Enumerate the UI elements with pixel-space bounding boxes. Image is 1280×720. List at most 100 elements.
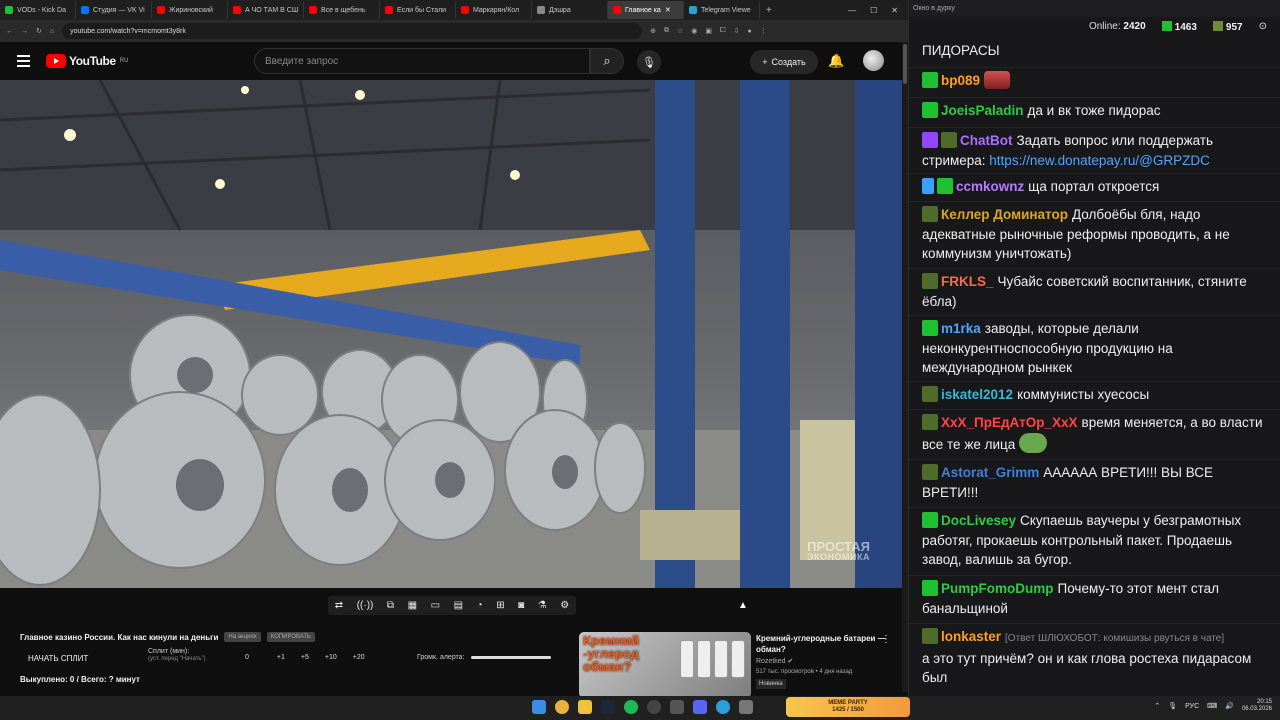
menu-icon[interactable] <box>17 55 30 67</box>
volume-icon[interactable]: 🔊 <box>1225 702 1234 710</box>
clapper-icon[interactable]: ▦ <box>408 600 417 611</box>
chat-username[interactable]: JoeisPaladin <box>941 103 1024 118</box>
miniplayer-icon[interactable]: ▭ <box>431 600 440 611</box>
copy-button[interactable]: КОПИРОВАТЬ <box>266 632 315 642</box>
split-add-button[interactable]: +1 <box>277 654 285 661</box>
chat-username[interactable]: Келлер Доминатор <box>941 207 1068 222</box>
network-icon[interactable]: ⌨ <box>1207 702 1217 710</box>
recommendation-meta[interactable]: Кремний-углеродные батареи — обман? Roze… <box>756 634 886 690</box>
chat-username[interactable]: iskatel2012 <box>941 387 1013 402</box>
browser-tab[interactable]: Маркарян/Кол <box>456 1 532 19</box>
theater-icon[interactable]: ▤ <box>454 600 463 611</box>
browser-tab[interactable]: А ЧО ТАМ В СШ <box>228 1 304 19</box>
start-split-button[interactable]: НАЧАТЬ СПЛИТ <box>28 654 88 663</box>
youtube-logo[interactable]: YouTube RU <box>46 54 128 68</box>
browser-tab[interactable]: Все в щебень <box>304 1 380 19</box>
tray-chevron-icon[interactable]: ⌃ <box>1154 702 1160 710</box>
browser-tab-active[interactable]: Главное ка ✕ <box>608 1 684 19</box>
recommendation-title[interactable]: Кремний-углеродные батареи — обман? <box>756 634 886 656</box>
extension-icon[interactable]: ▣ <box>705 27 712 35</box>
new-tab-icon[interactable]: + <box>760 5 778 16</box>
language-indicator[interactable]: РУС <box>1185 703 1199 710</box>
search-input[interactable]: Введите запрос <box>254 48 590 74</box>
settings-icon[interactable]: ⊙ <box>1259 21 1267 32</box>
download-icon[interactable]: ⇩ <box>734 27 740 35</box>
browser-tab[interactable]: Если бы Стали <box>380 1 456 19</box>
reload-icon[interactable]: ↻ <box>36 27 42 35</box>
kick-viewer-count: 1463 <box>1174 21 1197 33</box>
more-options-icon[interactable]: ⋮ <box>881 634 891 645</box>
chat-username[interactable]: DocLivesey <box>941 513 1016 528</box>
home-icon[interactable]: ⌂ <box>50 28 54 35</box>
settings-gear-icon[interactable]: ⚙ <box>560 600 569 611</box>
split-add-button[interactable]: +5 <box>301 654 309 661</box>
minimize-icon[interactable]: — <box>848 6 856 15</box>
chat-username[interactable]: bp089 <box>941 73 980 88</box>
app-icon[interactable] <box>670 700 684 714</box>
chat-username[interactable]: lonkaster <box>941 629 1001 644</box>
create-button[interactable]: + Создать <box>750 50 818 74</box>
forward-icon[interactable]: → <box>21 28 28 35</box>
chat-username[interactable]: m1rka <box>941 321 981 336</box>
chat-username[interactable]: Astorat_Grimm <box>941 465 1039 480</box>
split-add-button[interactable]: +20 <box>353 654 365 661</box>
audio-icon[interactable]: ((·)) <box>357 600 374 611</box>
maximize-icon[interactable]: ☐ <box>870 6 877 15</box>
loop-icon[interactable]: ⇄ <box>335 600 343 611</box>
tag-chip[interactable]: На акциях <box>224 632 261 642</box>
chat-username[interactable]: ccmkownz <box>956 179 1024 194</box>
clock[interactable]: 20:15 06.03.2026 <box>1242 699 1272 713</box>
chat-username[interactable]: FRKLS_ <box>941 274 994 289</box>
url-field[interactable]: youtube.com/watch?v=mcmomt3y8rk <box>62 23 643 39</box>
donate-link[interactable]: https://new.donatepay.ru/@GRPZDC <box>989 153 1210 168</box>
translate-icon[interactable]: ⧉ <box>664 27 669 35</box>
voice-search-button[interactable]: 🎙 <box>637 50 661 74</box>
browser-tab[interactable]: VODs - Kick Da <box>0 1 76 19</box>
obs-icon[interactable] <box>647 700 661 714</box>
search-button[interactable]: ⌕ <box>590 48 624 74</box>
explorer-icon[interactable] <box>578 700 592 714</box>
chat-username[interactable]: XxX_ПрЕдАтОр_XxX <box>941 415 1078 430</box>
mic-tray-icon[interactable]: 🎙 <box>1168 702 1177 710</box>
chat-message: DocLivesey Скупаешь ваучеры у безграмотны… <box>909 508 1280 576</box>
screenshot-icon[interactable]: ◙ <box>518 600 524 611</box>
message-text: а это тут причём? он и как глова ростеха… <box>922 650 1252 686</box>
chat-username[interactable]: ChatBot <box>960 133 1013 148</box>
bookmark-icon[interactable]: ☆ <box>677 27 683 35</box>
telegram-icon[interactable] <box>716 700 730 714</box>
flask-icon[interactable]: ⚗ <box>538 600 547 611</box>
windows-start-icon[interactable] <box>532 700 546 714</box>
discord-icon[interactable] <box>693 700 707 714</box>
split-add-button[interactable]: +10 <box>325 654 337 661</box>
extensions-menu-icon[interactable]: ⧠ <box>720 27 726 35</box>
chrome-icon[interactable] <box>555 700 569 714</box>
browser-tab[interactable]: Telegram Viewe <box>684 1 760 19</box>
alert-volume-slider[interactable] <box>470 656 551 659</box>
add-clip-icon[interactable]: ⊞ <box>496 600 504 611</box>
bell-icon[interactable]: 🔔 <box>828 53 844 69</box>
thumbnail-phones-image <box>680 640 745 678</box>
profile-icon[interactable]: ● <box>747 28 751 35</box>
recommendation-channel[interactable]: Rozetked <box>756 658 786 665</box>
pepe-badge-icon <box>922 273 938 289</box>
cast-icon[interactable]: ⧉ <box>387 600 394 611</box>
steam-icon[interactable] <box>601 700 615 714</box>
speed-icon[interactable]: ◔ <box>477 600 483 611</box>
window-controls: — ☐ ✕ <box>848 6 908 15</box>
chat-username[interactable]: PumpFomoDump <box>941 581 1054 596</box>
meme-party-widget[interactable]: MEME PARTY 1425 / 1500 <box>786 697 910 717</box>
video-player[interactable]: ПРОСТАЯ ЭКОНОМИКА <box>0 80 902 588</box>
back-icon[interactable]: ← <box>6 28 13 35</box>
close-icon[interactable]: ✕ <box>891 6 898 15</box>
zoom-icon[interactable]: ⊕ <box>650 27 656 35</box>
avatar[interactable] <box>863 50 884 71</box>
tab-close-icon[interactable]: ✕ <box>665 6 671 14</box>
browser-tab[interactable]: Жириновский <box>152 1 228 19</box>
browser-tab[interactable]: Дэшра <box>532 1 608 19</box>
app-icon[interactable] <box>739 700 753 714</box>
browser-tab[interactable]: Студия — VK Vi <box>76 1 152 19</box>
spotify-icon[interactable] <box>624 700 638 714</box>
recommendation-thumbnail[interactable]: Кремний -углерод обман? <box>579 632 751 698</box>
browser-menu-icon[interactable]: ⋮ <box>760 27 767 35</box>
extension-icon[interactable]: ◉ <box>691 27 697 35</box>
